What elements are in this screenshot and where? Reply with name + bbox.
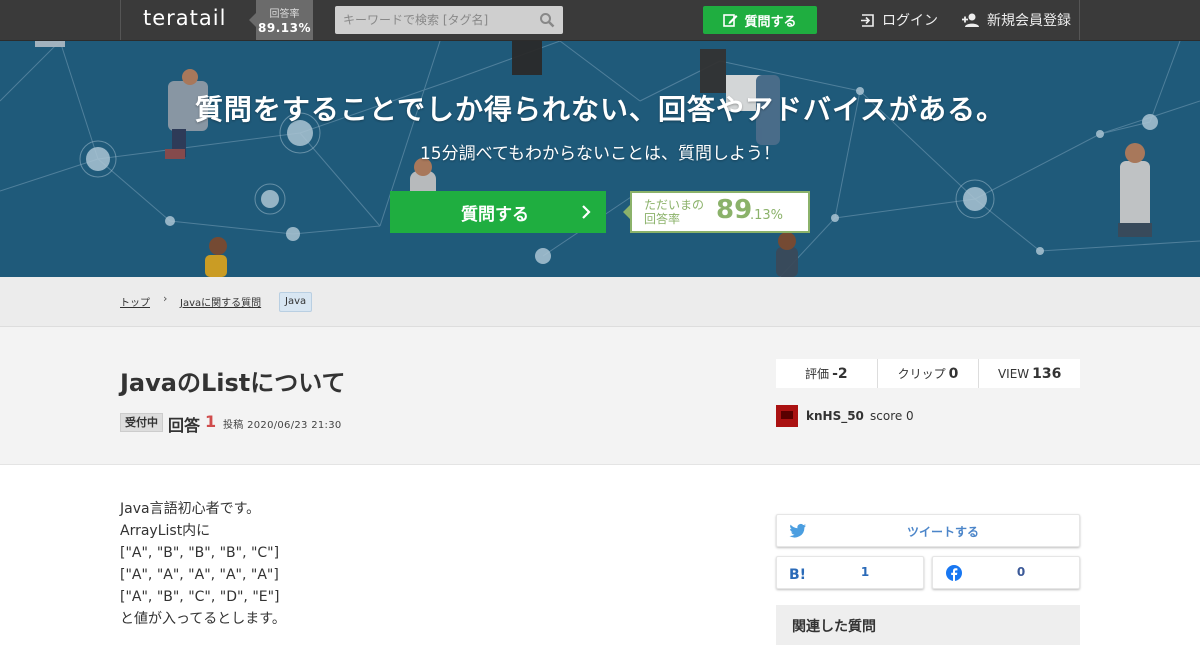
facebook-count: 0 <box>1016 565 1026 579</box>
current-answer-rate-decimal: .13% <box>750 208 784 223</box>
tag-java[interactable]: Java <box>279 292 313 312</box>
body-line: Java言語初心者です。 <box>120 501 261 517</box>
answer-rate-badge: 回答率 89.13% <box>249 0 313 40</box>
hatena-bookmark-button[interactable]: B! 1 <box>776 556 924 589</box>
hatena-bookmark-icon: B! <box>789 567 806 581</box>
body-line: ["A", "B", "C", "D", "E"] <box>120 589 280 605</box>
question-header: JavaのListについて 受付中 回答 1 投稿 2020/06/23 21:… <box>0 327 1200 465</box>
twitter-icon <box>789 524 806 538</box>
breadcrumb-java-questions[interactable]: Javaに関する質問 <box>180 294 261 309</box>
answer-rate-label: 回答率 <box>269 9 300 20</box>
body-line: ["A", "A", "A", "A", "A"] <box>120 567 279 583</box>
login-label: ログイン <box>882 13 938 29</box>
hero-ask-label: 質問する <box>461 204 529 225</box>
login-link[interactable]: ログイン <box>860 10 938 30</box>
signup-label: 新規会員登録 <box>987 13 1071 29</box>
view-value: 136 <box>1032 365 1062 382</box>
clip-value: 0 <box>948 365 959 382</box>
question-body: Java言語初心者です。 ArrayList内に ["A", "B", "B",… <box>120 498 720 630</box>
rating-value: -2 <box>832 365 848 382</box>
status-badge: 受付中 <box>120 413 163 432</box>
ask-question-button[interactable]: 質問する <box>703 6 817 34</box>
body-line: ArrayList内に <box>120 523 211 539</box>
related-questions-title: 関連した質問 <box>792 619 876 635</box>
question-title: JavaのListについて <box>120 369 346 397</box>
current-answer-rate-label: ただいまの回答率 <box>644 198 705 226</box>
breadcrumb-separator: › <box>163 292 168 305</box>
facebook-share-button[interactable]: 0 <box>932 556 1080 589</box>
body-line: と値が入ってるとします。 <box>120 611 286 627</box>
answers-label: 回答 <box>168 416 201 435</box>
hero-title: 質問をすることでしか得られない、回答やアドバイスがある。 <box>194 93 1006 126</box>
add-user-icon <box>962 13 979 27</box>
signup-link[interactable]: 新規会員登録 <box>961 10 1071 30</box>
search-icon[interactable] <box>539 12 555 28</box>
ask-question-label: 質問する <box>744 14 797 30</box>
avatar[interactable] <box>776 405 798 427</box>
rating-stat: 評価 -2 <box>776 359 878 388</box>
site-logo[interactable]: teratail <box>143 6 226 30</box>
rating-label: 評価 <box>805 367 830 381</box>
tweet-label: ツイートする <box>906 525 979 539</box>
breadcrumb: トップ › Javaに関する質問 Java <box>0 277 1200 327</box>
view-stat: VIEW 136 <box>979 359 1080 388</box>
header-divider <box>120 0 121 40</box>
clip-stat: クリップ 0 <box>878 359 980 388</box>
chevron-right-icon <box>582 205 591 219</box>
posted-date: 投稿 2020/06/23 21:30 <box>223 420 342 431</box>
tweet-button[interactable]: ツイートする <box>776 514 1080 547</box>
header-divider <box>1079 0 1080 40</box>
current-answer-rate-integer: 89 <box>716 195 753 225</box>
hero-banner: 質問をすることでしか得られない、回答やアドバイスがある。 15分調べてもわからな… <box>0 41 1200 277</box>
current-answer-rate: ただいまの回答率 89 .13% <box>623 191 810 233</box>
hero-ask-button[interactable]: 質問する <box>390 191 606 233</box>
site-header: teratail 回答率 89.13% 質問する ログイン 新規会員登録 <box>0 0 1200 41</box>
svg-text:B!: B! <box>789 567 806 581</box>
search-box <box>335 6 563 34</box>
search-input[interactable] <box>335 6 535 34</box>
breadcrumb-top[interactable]: トップ <box>120 294 150 309</box>
user-score: score 0 <box>870 409 914 423</box>
hero-subtitle: 15分調べてもわからないことは、質問しよう！ <box>419 144 781 164</box>
answers-count[interactable]: 1 <box>205 412 216 431</box>
facebook-icon <box>946 565 962 581</box>
question-stats: 評価 -2 クリップ 0 VIEW 136 <box>776 359 1080 388</box>
hatena-count: 1 <box>860 565 870 579</box>
user-name[interactable]: knHS_50 <box>806 409 864 423</box>
related-questions-panel: 関連した質問 <box>776 605 1080 645</box>
login-icon <box>861 13 874 27</box>
clip-label: クリップ <box>897 367 946 381</box>
answer-rate-value: 89.13% <box>258 21 311 35</box>
body-line: ["A", "B", "B", "B", "C"] <box>120 545 280 561</box>
edit-icon <box>723 14 738 27</box>
view-label: VIEW <box>997 366 1030 381</box>
